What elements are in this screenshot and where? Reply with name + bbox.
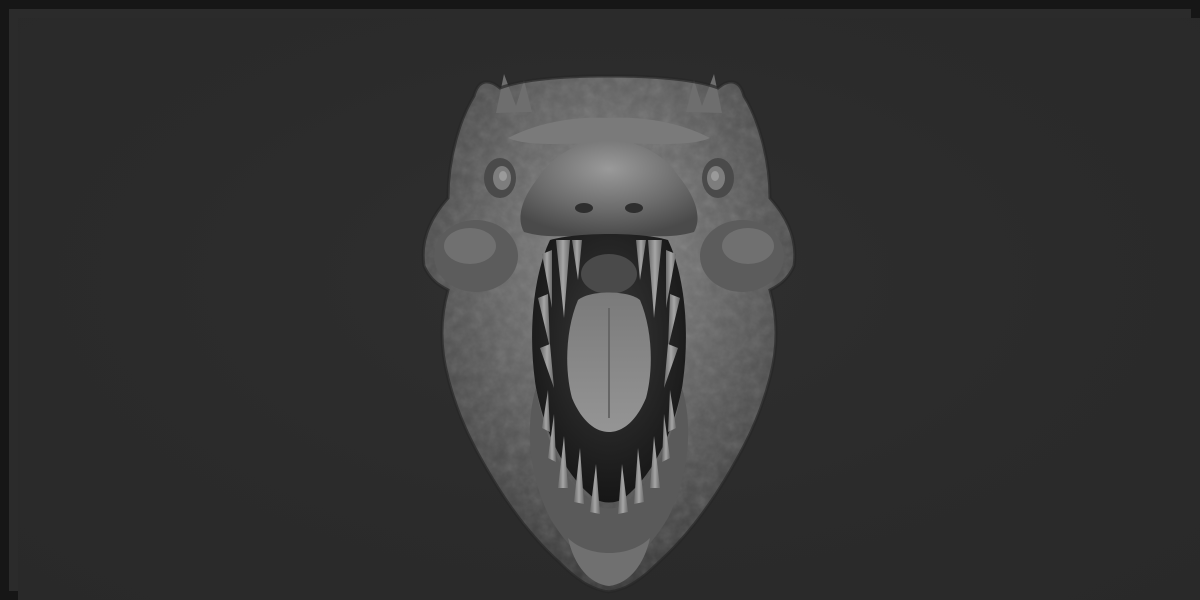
- image-frame: [0, 0, 1200, 600]
- dinosaur-head-sculpt-icon: [421, 74, 797, 594]
- left-eye: [484, 158, 516, 198]
- viewport: [18, 18, 1200, 600]
- right-nostril: [625, 203, 643, 213]
- left-nostril: [575, 203, 593, 213]
- right-eye: [702, 158, 734, 198]
